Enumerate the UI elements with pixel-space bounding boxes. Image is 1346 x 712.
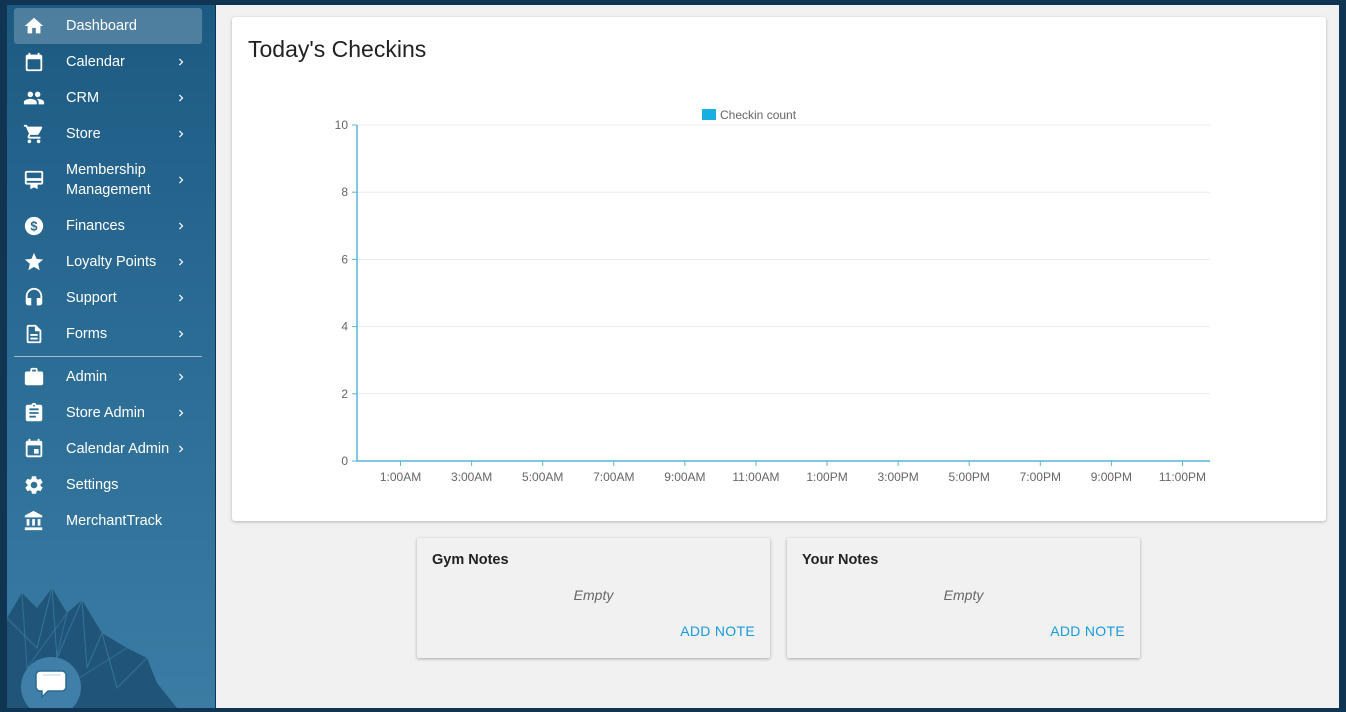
x-tick-label: 5:00AM xyxy=(522,470,563,484)
add-note-button[interactable]: ADD NOTE xyxy=(1050,623,1125,639)
sidebar-item-label: Loyalty Points xyxy=(66,254,157,270)
sidebar-item-label: Support xyxy=(66,290,117,306)
chevron-right-icon xyxy=(179,258,184,266)
chevron-right-icon xyxy=(179,222,184,230)
y-tick-label: 0 xyxy=(341,454,348,468)
add-note-button[interactable]: ADD NOTE xyxy=(680,623,755,639)
sidebar-item-store[interactable]: Store xyxy=(14,116,202,152)
chevron-right-icon xyxy=(179,176,184,184)
gear-icon xyxy=(22,473,46,497)
main-content: Today's Checkins 0 2 4 6 8 10 1:00AM 3:00AM 5:00… xyxy=(216,5,1339,708)
sidebar-item-crm[interactable]: CRM xyxy=(14,80,202,116)
chevron-right-icon xyxy=(179,330,184,338)
sidebar-item-label: Store xyxy=(66,126,101,142)
sidebar-item-store-admin[interactable]: Store Admin xyxy=(14,395,202,431)
empty-text: Empty xyxy=(943,587,984,603)
x-tick-label: 9:00AM xyxy=(664,470,705,484)
sidebar-item-label: Forms xyxy=(66,326,108,342)
checkins-chart: 0 2 4 6 8 10 1:00AM 3:00AM 5:00AM 7:00AM 9:00AM 11:… xyxy=(335,108,1210,484)
svg-text:$: $ xyxy=(30,219,37,234)
x-tick-label: 3:00PM xyxy=(877,470,918,484)
bank-icon xyxy=(22,509,46,533)
sidebar-item-forms[interactable]: Forms xyxy=(14,316,202,352)
clipboard-icon xyxy=(22,401,46,425)
document-icon xyxy=(22,322,46,346)
chat-icon xyxy=(35,670,67,699)
empty-text: Empty xyxy=(573,587,614,603)
dollar-icon: $ xyxy=(22,214,46,238)
sidebar-item-membership-management[interactable]: Membership Management xyxy=(14,158,202,202)
chevron-right-icon xyxy=(179,409,184,417)
chevron-right-icon xyxy=(179,58,184,66)
note-title: Your Notes xyxy=(802,552,879,568)
membership-icon xyxy=(22,168,46,192)
cart-icon xyxy=(22,122,46,146)
sidebar-divider xyxy=(14,356,202,357)
sidebar-item-loyalty-points[interactable]: Loyalty Points xyxy=(14,244,202,280)
sidebar-item-label: Admin xyxy=(66,369,108,385)
sidebar-item-settings[interactable]: Settings xyxy=(14,467,202,503)
sidebar-item-merchanttrack[interactable]: MerchantTrack xyxy=(14,503,202,539)
y-tick-label: 2 xyxy=(341,387,348,401)
legend-swatch xyxy=(702,109,716,120)
calendar-icon xyxy=(22,50,46,74)
sidebar-item-label: Calendar Admin xyxy=(66,441,170,457)
x-tick-label: 9:00PM xyxy=(1091,470,1132,484)
y-tick-label: 6 xyxy=(341,252,348,266)
sidebar-item-admin[interactable]: Admin xyxy=(14,359,202,395)
home-icon xyxy=(22,14,46,38)
chevron-right-icon xyxy=(179,130,184,138)
sidebar-item-label: Calendar xyxy=(66,54,125,70)
sidebar-item-label: Settings xyxy=(66,477,119,493)
y-tick-label: 8 xyxy=(341,185,348,199)
sidebar-item-label: MerchantTrack xyxy=(66,513,163,529)
chevron-right-icon xyxy=(179,94,184,102)
headset-icon xyxy=(22,286,46,310)
briefcase-icon xyxy=(22,365,46,389)
x-tick-label: 1:00AM xyxy=(380,470,421,484)
chevron-right-icon xyxy=(179,373,184,381)
legend-label: Checkin count xyxy=(720,108,797,122)
your-notes-card: Your Notes Empty ADD NOTE xyxy=(787,538,1140,658)
calendar-event-icon xyxy=(22,437,46,461)
people-icon xyxy=(22,86,46,110)
x-tick-label: 7:00PM xyxy=(1020,470,1061,484)
sidebar-item-label: Store Admin xyxy=(66,405,145,421)
sidebar-item-label: Finances xyxy=(66,218,125,234)
x-tick-label: 11:00PM xyxy=(1159,470,1206,484)
sidebar-item-calendar[interactable]: Calendar xyxy=(14,44,202,80)
sidebar-item-label: Membership Management xyxy=(66,162,151,198)
sidebar-item-support[interactable]: Support xyxy=(14,280,202,316)
app-frame: Dashboard Calendar CRM Store Membership … xyxy=(0,0,1346,712)
note-title: Gym Notes xyxy=(432,552,509,568)
sidebar-item-dashboard[interactable]: Dashboard xyxy=(14,8,202,44)
gym-notes-card: Gym Notes Empty ADD NOTE xyxy=(417,538,770,658)
sidebar-item-label: CRM xyxy=(66,90,100,106)
sidebar-item-finances[interactable]: $ Finances xyxy=(14,208,202,244)
x-tick-label: 1:00PM xyxy=(806,470,847,484)
x-tick-label: 11:00AM xyxy=(732,470,779,484)
checkins-card: Today's Checkins 0 2 4 6 8 10 1:00AM 3:00AM 5:00… xyxy=(232,17,1326,521)
sidebar: Dashboard Calendar CRM Store Membership … xyxy=(7,5,215,708)
chat-button[interactable] xyxy=(21,657,81,708)
chevron-right-icon xyxy=(179,445,184,453)
x-tick-label: 5:00PM xyxy=(949,470,990,484)
sidebar-item-label: Dashboard xyxy=(66,18,137,34)
sidebar-item-calendar-admin[interactable]: Calendar Admin xyxy=(14,431,202,467)
x-tick-label: 3:00AM xyxy=(451,470,492,484)
y-tick-label: 4 xyxy=(341,320,348,334)
x-tick-label: 7:00AM xyxy=(593,470,634,484)
star-icon xyxy=(22,250,46,274)
chevron-right-icon xyxy=(179,294,184,302)
y-tick-label: 10 xyxy=(335,118,349,132)
